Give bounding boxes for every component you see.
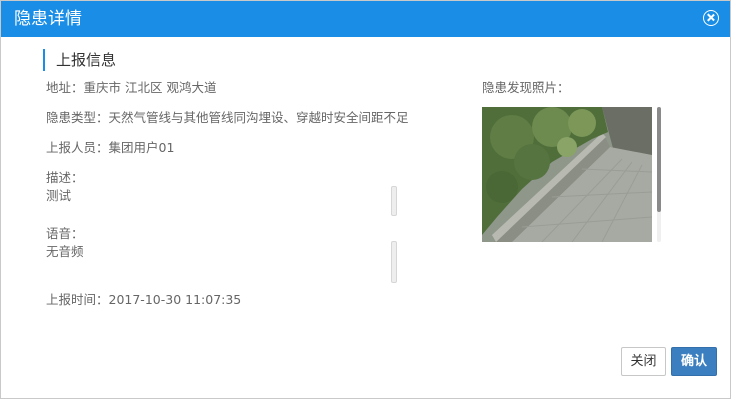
- photo-scrollbar-thumb[interactable]: [657, 107, 661, 212]
- hazard-photo[interactable]: [482, 107, 652, 242]
- description-scrollbar[interactable]: [391, 186, 397, 216]
- confirm-button[interactable]: 确认: [671, 347, 717, 376]
- hazard-photo-image: [482, 107, 652, 242]
- hazard-type-field: 隐患类型：天然气管线与其他管线同沟埋设、穿越时安全间距不足: [46, 110, 409, 125]
- voice-scrollbar[interactable]: [391, 241, 397, 283]
- description-label: 描述：: [46, 170, 84, 185]
- hazard-detail-dialog: 隐患详情 上报信息 地址：重庆市 江北区 观鸿大道 隐患类型：天然气管线与其他管…: [0, 0, 731, 399]
- report-time-field: 上报时间：2017-10-30 11:07:35: [46, 292, 242, 307]
- voice-value: 无音频: [46, 244, 84, 259]
- section-title: 上报信息: [43, 49, 116, 71]
- photo-label: 隐患发现照片：: [482, 80, 570, 95]
- address-field: 地址：重庆市 江北区 观鸿大道: [46, 80, 217, 95]
- photo-scrollbar[interactable]: [657, 107, 661, 242]
- dialog-title: 隐患详情: [14, 9, 82, 29]
- voice-label: 语音：: [46, 226, 84, 241]
- reporter-field: 上报人员：集团用户01: [46, 140, 175, 155]
- dialog-titlebar: 隐患详情: [1, 1, 730, 37]
- close-button[interactable]: 关闭: [621, 347, 666, 376]
- description-value: 测试: [46, 188, 72, 203]
- close-circle-icon[interactable]: [703, 10, 719, 26]
